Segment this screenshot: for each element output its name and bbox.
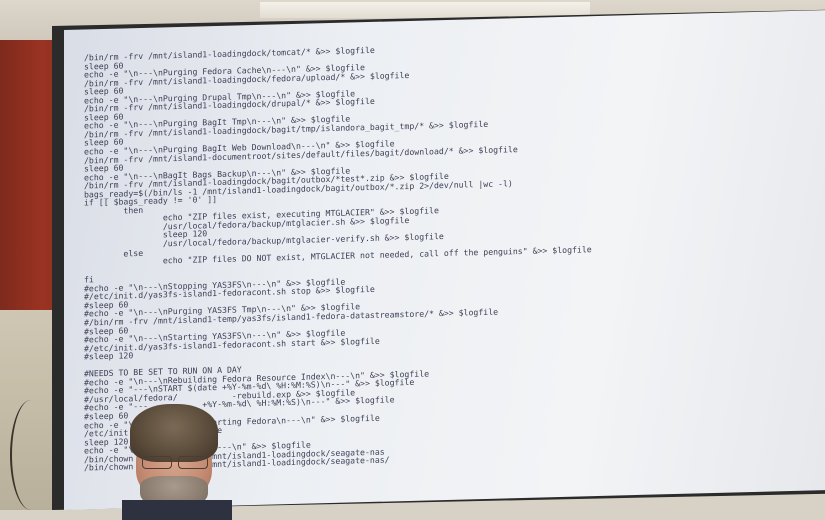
presenter-glasses <box>140 456 210 469</box>
presenter-shirt <box>122 500 232 520</box>
cable <box>10 400 52 510</box>
presenter <box>122 404 232 520</box>
presenter-hair <box>130 404 218 462</box>
glasses-lens-right <box>178 456 208 469</box>
glasses-lens-left <box>142 456 172 469</box>
